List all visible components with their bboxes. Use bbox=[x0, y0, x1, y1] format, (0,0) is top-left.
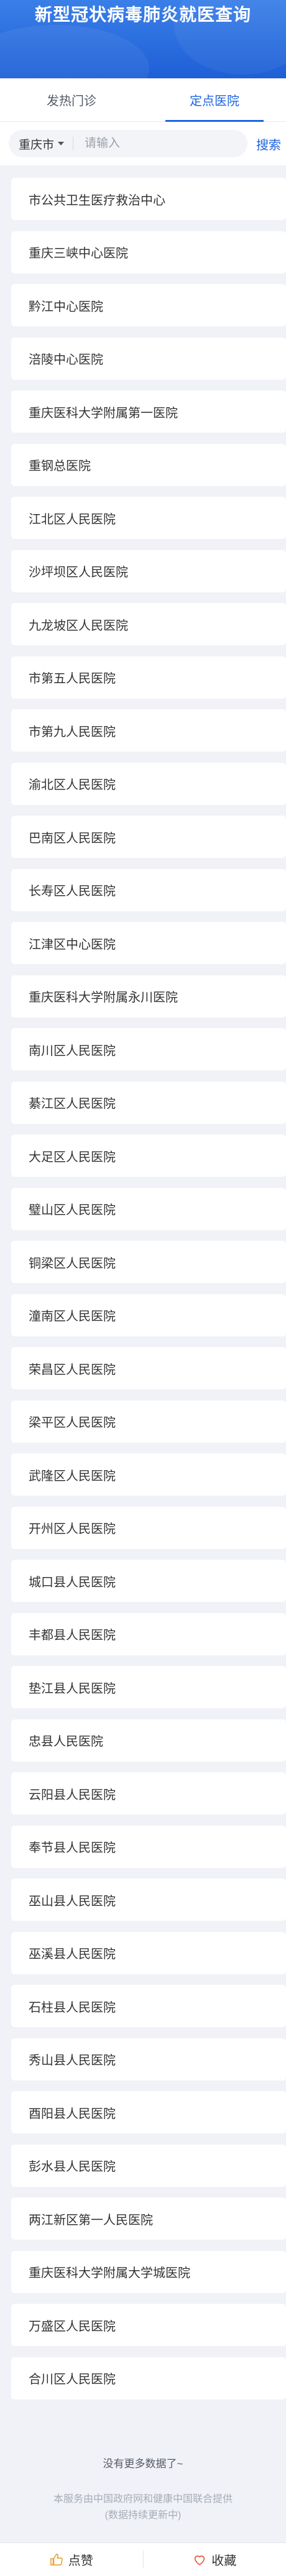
hospital-list-item[interactable]: 彭水县人民医院 bbox=[11, 2144, 286, 2187]
source-line-1: 本服务由中国政府网和健康中国联合提供 bbox=[53, 2494, 233, 2505]
hospital-list-item[interactable]: 云阳县人民医院 bbox=[11, 1772, 286, 1815]
heart-icon bbox=[195, 2555, 205, 2565]
hospital-list-item[interactable]: 秀山县人民医院 bbox=[11, 2038, 286, 2081]
hospital-list-item[interactable]: 黔江中心医院 bbox=[11, 284, 286, 326]
hospital-list-item[interactable]: 城口县人民医院 bbox=[11, 1560, 286, 1602]
like-label: 点赞 bbox=[68, 2554, 93, 2568]
caret-down-icon bbox=[58, 142, 65, 145]
hospital-list-item[interactable]: 綦江区人民医院 bbox=[11, 1081, 286, 1124]
hospital-list-item[interactable]: 重钢总医院 bbox=[11, 443, 286, 486]
city-dropdown[interactable]: 重庆市 bbox=[19, 137, 74, 152]
hospital-list-item[interactable]: 荣昌区人民医院 bbox=[11, 1347, 286, 1389]
thumbs-up-icon bbox=[50, 2553, 63, 2565]
hospital-list-item[interactable]: 两江新区第一人民医院 bbox=[11, 2197, 286, 2240]
hospital-list-item[interactable]: 市第九人民医院 bbox=[11, 709, 286, 752]
hospital-list-item[interactable]: 丰都县人民医院 bbox=[11, 1612, 286, 1655]
like-button[interactable]: 点赞 bbox=[0, 2543, 143, 2576]
city-dropdown-label: 重庆市 bbox=[19, 138, 55, 152]
header-banner: 新型冠状病毒肺炎就医查询 bbox=[0, 0, 286, 78]
page-title: 新型冠状病毒肺炎就医查询 bbox=[34, 5, 251, 24]
hospital-list-item[interactable]: 长寿区人民医院 bbox=[11, 868, 286, 911]
hospital-list-item[interactable]: 石柱县人民医院 bbox=[11, 1985, 286, 2027]
hospital-list-item[interactable]: 奉节县人民医院 bbox=[11, 1825, 286, 1868]
hospital-list-item[interactable]: 重庆医科大学附属大学城医院 bbox=[11, 2250, 286, 2293]
hospital-list-item[interactable]: 巫溪县人民医院 bbox=[11, 1931, 286, 1974]
hospital-list-item[interactable]: 南川区人民医院 bbox=[11, 1028, 286, 1070]
favorite-button[interactable]: 收藏 bbox=[144, 2543, 286, 2576]
tab-fever-clinic[interactable]: 发热门诊 bbox=[0, 78, 143, 121]
hospital-list-item[interactable]: 武隆区人民医院 bbox=[11, 1453, 286, 1496]
hospital-list-item[interactable]: 巫山县人民医院 bbox=[11, 1879, 286, 1921]
search-input[interactable] bbox=[85, 137, 222, 150]
hospital-list-item[interactable]: 江北区人民医院 bbox=[11, 497, 286, 539]
filter-panel: 发热门诊 定点医院 重庆市 搜索 bbox=[0, 78, 286, 165]
hospital-list-item[interactable]: 市第五人民医院 bbox=[11, 656, 286, 699]
source-note: 本服务由中国政府网和健康中国联合提供 (数据持续更新中) bbox=[0, 2491, 286, 2524]
search-button[interactable]: 搜索 bbox=[256, 135, 281, 153]
hospital-list-item[interactable]: 铜梁区人民医院 bbox=[11, 1241, 286, 1283]
hospital-list-item[interactable]: 沙坪坝区人民医院 bbox=[11, 550, 286, 592]
hospital-list-item[interactable]: 市公共卫生医疗救治中心 bbox=[11, 178, 286, 220]
hospital-list-item[interactable]: 开州区人民医院 bbox=[11, 1506, 286, 1549]
hospital-list-item[interactable]: 九龙坡区人民医院 bbox=[11, 603, 286, 645]
no-more-text: 没有更多数据了~ bbox=[103, 2458, 183, 2470]
hospital-list-item[interactable]: 重庆三峡中心医院 bbox=[11, 231, 286, 274]
hospital-list-item[interactable]: 大足区人民医院 bbox=[11, 1134, 286, 1177]
hospital-list-item[interactable]: 垫江县人民医院 bbox=[11, 1666, 286, 1708]
search-row: 重庆市 搜索 bbox=[0, 122, 286, 165]
search-box: 重庆市 bbox=[9, 130, 247, 157]
bottom-bar: 点赞 收藏 bbox=[0, 2542, 286, 2576]
hospital-list-item[interactable]: 酉阳县人民医院 bbox=[11, 2091, 286, 2133]
hospital-list-item[interactable]: 重庆医科大学附属永川医院 bbox=[11, 975, 286, 1018]
tab-bar: 发热门诊 定点医院 bbox=[0, 78, 286, 122]
hospital-list-item[interactable]: 重庆医科大学附属第一医院 bbox=[11, 390, 286, 433]
hospital-list-item[interactable]: 璧山区人民医院 bbox=[11, 1187, 286, 1230]
hospital-list-item[interactable]: 巴南区人民医院 bbox=[11, 816, 286, 858]
hospital-list-item[interactable]: 忠县人民医院 bbox=[11, 1719, 286, 1762]
hospital-list-item[interactable]: 万盛区人民医院 bbox=[11, 2304, 286, 2346]
favorite-label: 收藏 bbox=[211, 2554, 237, 2568]
hospital-list-item[interactable]: 潼南区人民医院 bbox=[11, 1294, 286, 1336]
hospital-list-item[interactable]: 江津区中心医院 bbox=[11, 922, 286, 964]
hospital-list-item[interactable]: 涪陵中心医院 bbox=[11, 337, 286, 380]
hospital-list-item[interactable]: 渝北区人民医院 bbox=[11, 762, 286, 805]
tab-designated-hospital[interactable]: 定点医院 bbox=[143, 78, 286, 122]
hospital-list-item[interactable]: 合川区人民医院 bbox=[11, 2357, 286, 2399]
source-line-2: (数据持续更新中) bbox=[104, 2510, 182, 2521]
hospital-list-item[interactable]: 梁平区人民医院 bbox=[11, 1400, 286, 1443]
